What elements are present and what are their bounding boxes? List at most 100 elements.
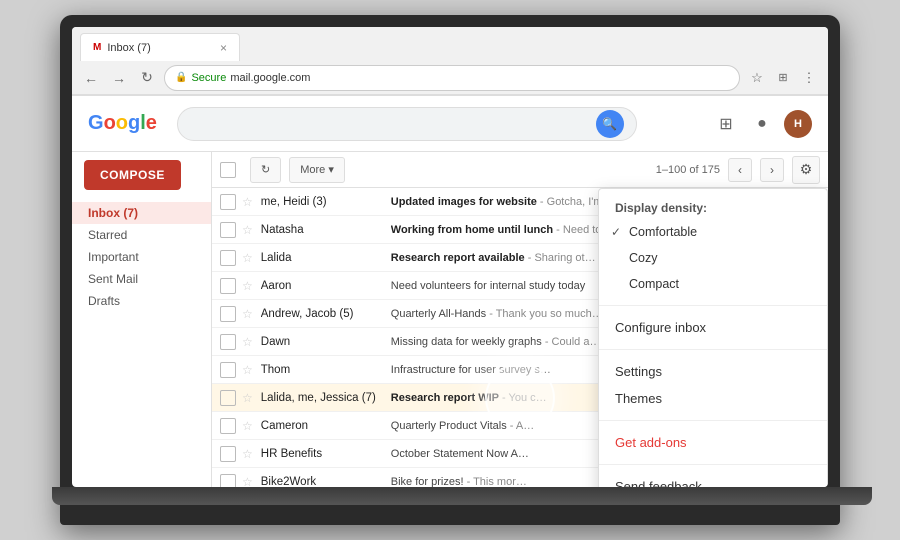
row-checkbox[interactable]	[220, 278, 236, 294]
feedback-section: Send feedback Help	[599, 465, 827, 487]
density-section: Display density: Comfortable Cozy Compac…	[599, 189, 827, 306]
address-text: mail.google.com	[230, 72, 310, 84]
forward-btn[interactable]: →	[108, 67, 130, 89]
compose-button[interactable]: COMPOSE	[84, 160, 181, 190]
sidebar-item-important[interactable]: Important	[72, 246, 211, 268]
addons-section: Get add-ons	[599, 421, 827, 465]
secure-label: Secure	[191, 72, 226, 84]
send-feedback-btn[interactable]: Send feedback	[599, 473, 827, 487]
density-cozy[interactable]: Cozy	[599, 245, 827, 271]
account-icon[interactable]: ●	[748, 110, 776, 138]
row-sender: Andrew, Jacob (5)	[261, 308, 391, 320]
density-comfortable[interactable]: Comfortable	[599, 219, 827, 245]
row-sender: Thom	[261, 364, 391, 376]
laptop-screen: M Inbox (7) × ← → ↻ 🔒 Secure mail.google…	[72, 27, 828, 487]
search-bar[interactable]: 🔍	[177, 107, 637, 141]
sidebar-drafts-label: Drafts	[88, 294, 120, 308]
row-star[interactable]: ☆	[242, 363, 253, 377]
row-star[interactable]: ☆	[242, 335, 253, 349]
settings-gear-btn[interactable]: ⚙	[792, 156, 820, 184]
sidebar-inbox-label: Inbox (7)	[88, 206, 138, 220]
get-addons-btn[interactable]: Get add-ons	[599, 429, 827, 456]
gmail-body: COMPOSE Inbox (7) Starred Important Sent…	[72, 152, 828, 487]
row-sender: Dawn	[261, 336, 391, 348]
row-checkbox[interactable]	[220, 446, 236, 462]
avatar[interactable]: H	[784, 110, 812, 138]
tab-favicon: M	[93, 42, 101, 53]
row-sender: Aaron	[261, 280, 391, 292]
row-star[interactable]: ☆	[242, 251, 253, 265]
row-sender: HR Benefits	[261, 448, 391, 460]
row-star[interactable]: ☆	[242, 223, 253, 237]
search-button[interactable]: 🔍	[596, 110, 624, 138]
row-sender: Natasha	[261, 224, 391, 236]
bookmark-btn[interactable]: ☆	[746, 67, 768, 89]
row-star[interactable]: ☆	[242, 279, 253, 293]
themes-btn[interactable]: Themes	[599, 385, 827, 412]
email-main: ↻ More ▾ 1–100 of 175 ‹ › ⚙ ☆	[212, 152, 828, 487]
sidebar-starred-label: Starred	[88, 228, 127, 242]
row-star[interactable]: ☆	[242, 475, 253, 488]
row-sender: Cameron	[261, 420, 391, 432]
row-sender: Bike2Work	[261, 476, 391, 488]
row-sender: Lalida, me, Jessica (7)	[261, 392, 391, 404]
refresh-btn[interactable]: ↻	[136, 67, 158, 89]
configure-inbox-btn[interactable]: Configure inbox	[599, 314, 827, 341]
compact-label: Compact	[629, 277, 679, 291]
google-logo: Google	[88, 112, 157, 135]
address-bar[interactable]: 🔒 Secure mail.google.com	[164, 65, 740, 91]
configure-section: Configure inbox	[599, 306, 827, 350]
sidebar-sent-label: Sent Mail	[88, 272, 138, 286]
back-btn[interactable]: ←	[80, 67, 102, 89]
page-numbers: 1–100 of 175	[656, 164, 720, 176]
row-star[interactable]: ☆	[242, 419, 253, 433]
density-header: Display density:	[599, 197, 827, 219]
row-checkbox[interactable]	[220, 390, 236, 406]
gmail-content: Google 🔍 ⊞ ● H COMPOSE Inbox	[72, 96, 828, 487]
sidebar-item-inbox[interactable]: Inbox (7)	[72, 202, 211, 224]
laptop-outer: M Inbox (7) × ← → ↻ 🔒 Secure mail.google…	[60, 15, 840, 525]
gmail-header: Google 🔍 ⊞ ● H	[72, 96, 828, 152]
select-checkbox[interactable]	[220, 162, 236, 178]
active-tab[interactable]: M Inbox (7) ×	[80, 33, 240, 61]
browser-chrome: M Inbox (7) × ← → ↻ 🔒 Secure mail.google…	[72, 27, 828, 96]
row-star[interactable]: ☆	[242, 391, 253, 405]
sidebar-item-starred[interactable]: Starred	[72, 224, 211, 246]
row-checkbox[interactable]	[220, 306, 236, 322]
prev-page-btn[interactable]: ‹	[728, 158, 752, 182]
row-sender: me, Heidi (3)	[261, 196, 391, 208]
next-page-btn[interactable]: ›	[760, 158, 784, 182]
nav-bar: ← → ↻ 🔒 Secure mail.google.com ☆ ⊞ ⋮	[72, 61, 828, 95]
row-checkbox[interactable]	[220, 362, 236, 378]
row-checkbox[interactable]	[220, 474, 236, 488]
row-checkbox[interactable]	[220, 194, 236, 210]
header-actions: ⊞ ● H	[712, 110, 812, 138]
tab-close-btn[interactable]: ×	[220, 41, 227, 55]
sidebar: COMPOSE Inbox (7) Starred Important Sent…	[72, 152, 212, 487]
secure-icon: 🔒	[175, 72, 187, 83]
row-star[interactable]: ☆	[242, 307, 253, 321]
row-checkbox[interactable]	[220, 418, 236, 434]
row-star[interactable]: ☆	[242, 195, 253, 209]
row-checkbox[interactable]	[220, 250, 236, 266]
refresh-email-btn[interactable]: ↻	[250, 157, 281, 183]
apps-icon[interactable]: ⊞	[712, 110, 740, 138]
sidebar-item-sent[interactable]: Sent Mail	[72, 268, 211, 290]
row-checkbox[interactable]	[220, 222, 236, 238]
settings-dropdown: Display density: Comfortable Cozy Compac…	[598, 188, 828, 487]
tab-label: Inbox (7)	[107, 42, 150, 54]
more-toolbar-btn[interactable]: More ▾	[289, 157, 345, 183]
cozy-label: Cozy	[629, 251, 657, 265]
more-btn[interactable]: ⋮	[798, 67, 820, 89]
density-compact[interactable]: Compact	[599, 271, 827, 297]
row-checkbox[interactable]	[220, 334, 236, 350]
nav-actions: ☆ ⊞ ⋮	[746, 67, 820, 89]
sidebar-item-drafts[interactable]: Drafts	[72, 290, 211, 312]
tab-bar: M Inbox (7) ×	[72, 27, 828, 61]
email-toolbar: ↻ More ▾ 1–100 of 175 ‹ › ⚙	[212, 152, 828, 188]
row-sender: Lalida	[261, 252, 391, 264]
comfortable-label: Comfortable	[629, 225, 697, 239]
extensions-btn[interactable]: ⊞	[772, 67, 794, 89]
row-star[interactable]: ☆	[242, 447, 253, 461]
settings-btn[interactable]: Settings	[599, 358, 827, 385]
